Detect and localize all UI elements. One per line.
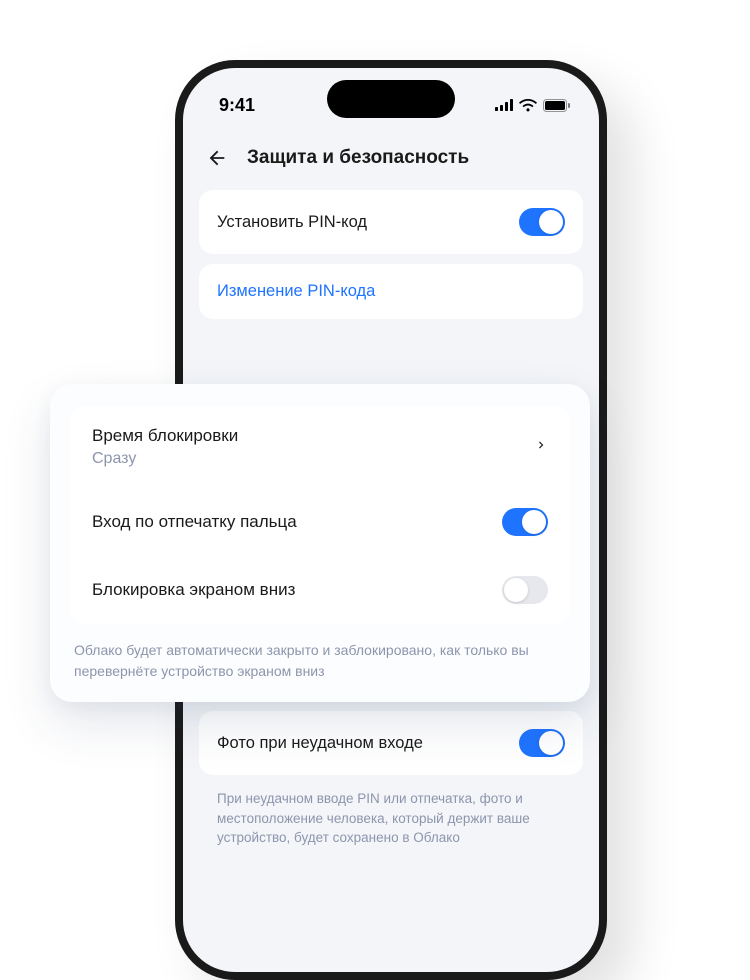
screen-down-row[interactable]: Блокировка экраном вниз [70, 556, 570, 624]
fingerprint-label: Вход по отпечатку пальца [92, 512, 297, 532]
fingerprint-row[interactable]: Вход по отпечатку пальца [70, 488, 570, 556]
change-pin-card: Изменение PIN-кода [199, 264, 583, 319]
screen-down-label: Блокировка экраном вниз [92, 580, 295, 600]
dynamic-island [327, 80, 455, 118]
pin-card: Установить PIN-код [199, 190, 583, 254]
chevron-right-icon [534, 436, 548, 459]
status-time: 9:41 [219, 95, 255, 116]
fingerprint-toggle[interactable] [502, 508, 548, 536]
intruder-card: Фото при неудачном входе [199, 711, 583, 775]
battery-icon [543, 99, 571, 112]
page-header: Защита и безопасность [183, 128, 599, 190]
screen-down-toggle[interactable] [502, 576, 548, 604]
cellular-signal-icon [495, 99, 513, 111]
lock-time-row[interactable]: Время блокировки Сразу [70, 406, 570, 488]
intruder-hint: При неудачном вводе PIN или отпечатка, ф… [199, 785, 583, 868]
toggle-knob [539, 210, 563, 234]
toggle-knob [539, 731, 563, 755]
screen-down-hint: Облако будет автоматически закрыто и заб… [50, 634, 590, 684]
wifi-icon [519, 99, 537, 112]
page-title: Защита и безопасность [247, 147, 469, 169]
lock-settings-popover: Время блокировки Сразу Вход по отпечатку… [50, 384, 590, 702]
intruder-label: Фото при неудачном входе [217, 734, 423, 753]
set-pin-toggle[interactable] [519, 208, 565, 236]
arrow-left-icon [206, 147, 228, 169]
toggle-knob [522, 510, 546, 534]
lock-time-value: Сразу [92, 450, 238, 468]
toggle-knob [504, 578, 528, 602]
change-pin-link[interactable]: Изменение PIN-кода [199, 264, 583, 319]
status-icons [495, 99, 571, 112]
lock-time-label: Время блокировки [92, 426, 238, 446]
intruder-row[interactable]: Фото при неудачном входе [199, 711, 583, 775]
set-pin-label: Установить PIN-код [217, 213, 367, 232]
back-button[interactable] [203, 144, 231, 172]
lock-settings-list: Время блокировки Сразу Вход по отпечатку… [70, 406, 570, 624]
intruder-toggle[interactable] [519, 729, 565, 757]
set-pin-row[interactable]: Установить PIN-код [199, 190, 583, 254]
